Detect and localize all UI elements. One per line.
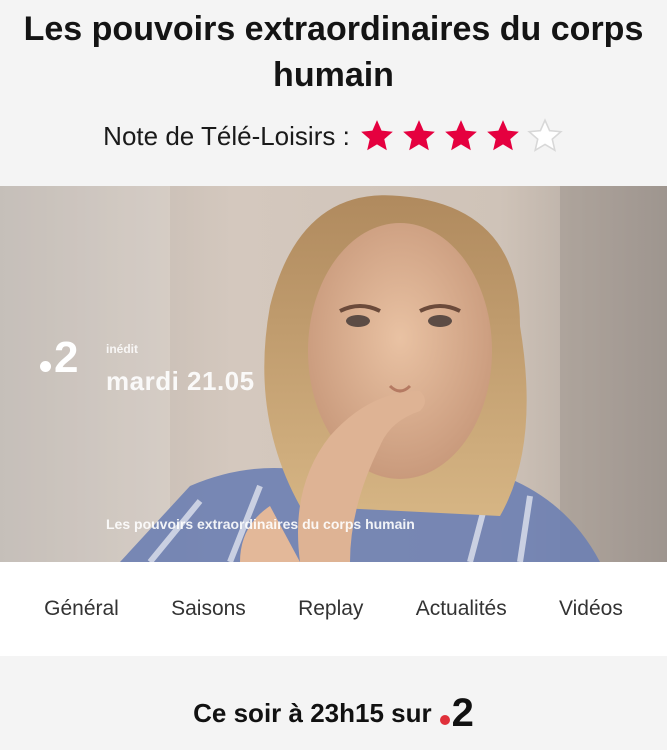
hero-tag: inédit (106, 342, 138, 356)
channel-dot-icon (40, 361, 51, 372)
tab-videos[interactable]: Vidéos (559, 597, 623, 621)
broadcast-text: Ce soir à 23h15 sur (193, 697, 432, 728)
hero-date: mardi 21.05 (106, 366, 255, 396)
france2-logo: 2 (40, 333, 79, 382)
tab-actualites[interactable]: Actualités (416, 597, 507, 621)
channel-dot-icon (439, 715, 450, 725)
rating-stars (358, 117, 564, 155)
tab-bar: Général Saisons Replay Actualités Vidéos (0, 562, 667, 656)
page-title: Les pouvoirs extraordinaires du corps hu… (23, 10, 644, 94)
header: Les pouvoirs extraordinaires du corps hu… (0, 0, 667, 186)
star-icon (402, 120, 435, 151)
hero-photo (0, 186, 667, 562)
star-icon (360, 120, 393, 151)
hero-caption: Les pouvoirs extraordinaires du corps hu… (106, 516, 415, 532)
rating-label: Note de Télé-Loisirs : (103, 120, 350, 151)
broadcast-info: Ce soir à 23h15 sur 2 (0, 656, 667, 750)
tab-saisons[interactable]: Saisons (171, 597, 246, 621)
channel-number: 2 (54, 333, 79, 382)
tab-replay[interactable]: Replay (298, 597, 363, 621)
france2-logo: 2 (439, 691, 474, 735)
star-icon (444, 120, 477, 151)
tab-general[interactable]: Général (44, 597, 119, 621)
rating: Note de Télé-Loisirs : (0, 114, 667, 158)
channel-number: 2 (451, 691, 474, 735)
hero-image[interactable]: 2 inédit mardi 21.05 Les pouvoirs extrao… (0, 186, 667, 562)
star-icon (486, 120, 519, 151)
star-icon (527, 118, 563, 152)
